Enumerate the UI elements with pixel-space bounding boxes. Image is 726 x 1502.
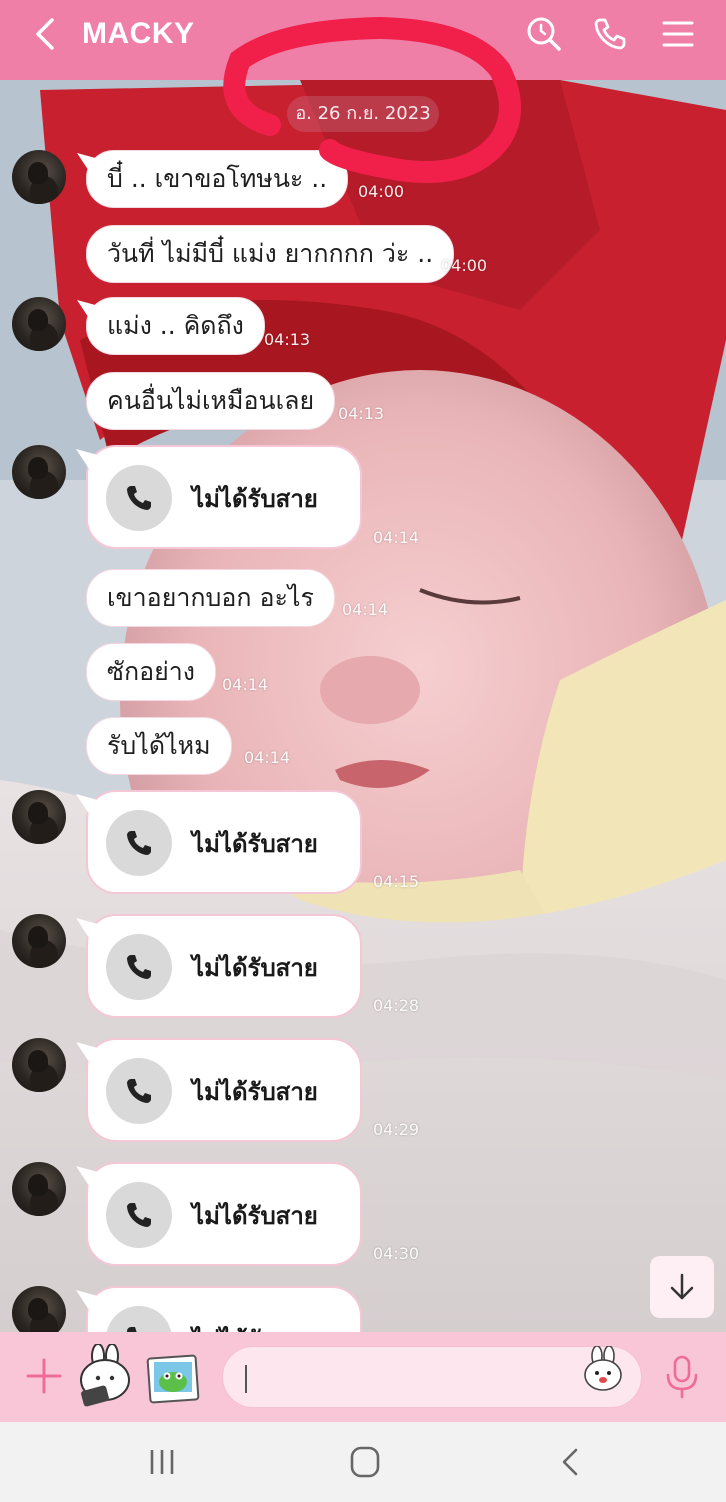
gallery-button[interactable] <box>146 1352 200 1406</box>
sticker-icon <box>80 1343 130 1407</box>
message-time: 04:13 <box>338 404 385 423</box>
search-button[interactable] <box>524 14 564 54</box>
phone-icon <box>127 486 151 510</box>
call-icon-circle <box>106 465 172 531</box>
avatar[interactable] <box>12 790 66 844</box>
message-bubble[interactable]: วันที่ ไม่มีบี๋ แม่ง ยากกกก ว่ะ .. <box>86 225 455 283</box>
emoji-icon <box>584 1345 622 1391</box>
message-time: 04:28 <box>373 996 420 1015</box>
avatar[interactable] <box>12 1162 66 1216</box>
call-icon-circle <box>106 934 172 1000</box>
gallery-icon <box>146 1354 200 1404</box>
call-status-label: ไม่ได้รับสาย <box>192 830 318 858</box>
message-bubble[interactable]: บี๋ .. เขาขอโทษนะ .. <box>86 150 349 208</box>
message-time: 04:14 <box>342 600 389 619</box>
call-icon-circle <box>106 810 172 876</box>
message-time: 04:15 <box>373 872 420 891</box>
system-navigation-bar <box>0 1422 726 1502</box>
message-input[interactable] <box>222 1346 642 1408</box>
message-time: 04:14 <box>244 748 291 767</box>
phone-icon <box>127 1203 151 1227</box>
avatar[interactable] <box>12 297 66 351</box>
arrow-down-icon <box>670 1273 694 1300</box>
message-time: 04:00 <box>441 256 488 275</box>
chat-title: MACKY <box>82 17 195 50</box>
menu-icon <box>662 21 694 47</box>
avatar[interactable] <box>12 150 66 204</box>
message-time: 04:00 <box>358 182 405 201</box>
phone-icon <box>127 831 151 855</box>
plus-button[interactable] <box>22 1354 66 1398</box>
call-status-label: ไม่ได้รับสาย <box>192 954 318 982</box>
text-caret <box>245 1365 247 1393</box>
call-icon-circle <box>106 1058 172 1124</box>
sticker-button[interactable] <box>76 1343 134 1408</box>
message-bubble[interactable]: ซักอย่าง <box>86 643 217 701</box>
date-separator: อ. 26 ก.ย. 2023 <box>287 96 439 132</box>
chevron-left-icon <box>36 18 54 50</box>
missed-call-bubble[interactable]: ไม่ได้รับสาย <box>86 790 362 894</box>
avatar[interactable] <box>12 914 66 968</box>
message-bubble[interactable]: รับได้ไหม <box>86 717 232 775</box>
back-button[interactable] <box>28 14 64 54</box>
scroll-to-bottom-button[interactable] <box>650 1256 714 1318</box>
plus-icon <box>26 1358 62 1394</box>
call-status-label: ไม่ได้รับสาย <box>192 485 318 513</box>
missed-call-bubble[interactable]: ไม่ได้รับสาย <box>86 445 362 549</box>
search-history-icon <box>527 17 561 51</box>
call-icon-circle <box>106 1182 172 1248</box>
phone-icon <box>594 18 626 50</box>
call-button[interactable] <box>590 14 630 54</box>
phone-icon <box>127 955 151 979</box>
message-time: 04:14 <box>222 675 269 694</box>
message-time: 04:13 <box>264 330 311 349</box>
call-status-label: ไม่ได้รับสาย <box>192 1202 318 1230</box>
call-status-label: ไม่ได้รับสาย <box>192 1078 318 1106</box>
message-bubble[interactable]: เขาอยากบอก อะไร <box>86 569 335 627</box>
message-bubble[interactable]: คนอื่นไม่เหมือนเลย <box>86 372 336 430</box>
home-icon <box>350 1446 380 1478</box>
missed-call-bubble[interactable]: ไม่ได้รับสาย <box>86 1162 362 1266</box>
missed-call-bubble[interactable]: ไม่ได้รับสาย <box>86 1038 362 1142</box>
message-time: 04:30 <box>373 1244 420 1263</box>
microphone-icon <box>666 1355 698 1399</box>
menu-button[interactable] <box>658 14 698 54</box>
missed-call-bubble[interactable]: ไม่ได้รับสาย <box>86 914 362 1018</box>
back-nav-button[interactable] <box>552 1444 592 1480</box>
recent-apps-button[interactable] <box>142 1444 182 1480</box>
message-time: 04:14 <box>373 528 420 547</box>
avatar[interactable] <box>12 1038 66 1092</box>
chat-header: MACKY <box>0 0 726 80</box>
message-input-bar <box>0 1332 726 1422</box>
avatar[interactable] <box>12 445 66 499</box>
phone-icon <box>127 1079 151 1103</box>
message-bubble[interactable]: แม่ง .. คิดถึง <box>86 297 265 355</box>
recent-apps-icon <box>150 1450 174 1474</box>
home-button[interactable] <box>345 1444 385 1480</box>
microphone-button[interactable] <box>662 1354 702 1400</box>
back-icon <box>562 1448 578 1476</box>
emoji-button[interactable] <box>582 1345 624 1392</box>
message-time: 04:29 <box>373 1120 420 1139</box>
